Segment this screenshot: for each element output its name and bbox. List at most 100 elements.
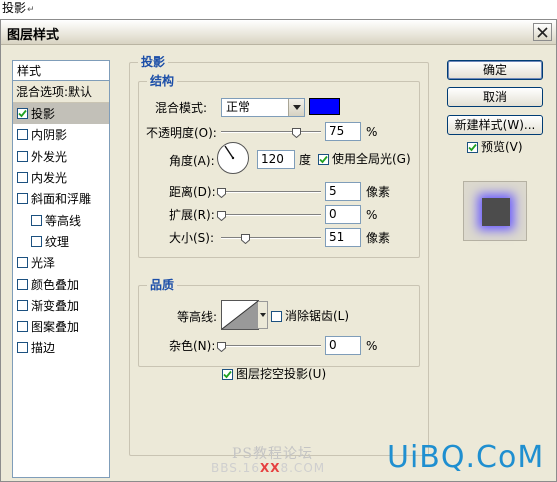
style-preview-thumbnail: [463, 181, 527, 241]
dialog-titlebar: 图层样式: [1, 20, 556, 45]
structure-group: 结构 混合模式: 正常 不透明度(O): 75 % 角度(A): 120 度 使…: [138, 74, 420, 258]
quality-title: 品质: [147, 278, 178, 292]
style-list-item[interactable]: 光泽: [13, 252, 109, 273]
new-style-button[interactable]: 新建样式(W)...: [447, 115, 543, 135]
checkbox-icon[interactable]: [17, 108, 28, 120]
preview-label: 预览(V): [481, 140, 523, 154]
quality-group: 品质 等高线: 消除锯齿(L) 杂色(N): 0 %: [138, 278, 420, 367]
angle-label: 角度(A):: [169, 154, 215, 168]
noise-input[interactable]: 0: [325, 336, 361, 355]
style-list-item-label: 斜面和浮雕: [31, 192, 92, 207]
angle-unit: 度: [299, 153, 312, 167]
checkbox-icon[interactable]: [31, 235, 42, 247]
size-slider-thumb[interactable]: [241, 233, 250, 245]
style-list-item[interactable]: 纹理: [13, 231, 109, 252]
forum-watermark: PS教程论坛: [232, 446, 314, 462]
checkbox-icon: [222, 368, 233, 380]
blend-mode-select[interactable]: 正常: [221, 98, 305, 117]
checkbox-icon[interactable]: [17, 342, 28, 354]
checkbox-icon[interactable]: [17, 278, 28, 290]
opacity-input[interactable]: 75: [325, 122, 361, 141]
dialog-title: 图层样式: [7, 28, 60, 43]
opacity-label: 不透明度(O):: [146, 126, 217, 140]
structure-title: 结构: [147, 74, 178, 88]
checkbox-icon: [318, 153, 329, 165]
checkbox-icon[interactable]: [17, 257, 28, 269]
checkbox-icon[interactable]: [17, 150, 28, 162]
chevron-down-icon[interactable]: [258, 301, 268, 329]
angle-needle-icon: [224, 145, 235, 160]
spread-slider-thumb[interactable]: [217, 210, 226, 222]
style-list-item-label: 图案叠加: [31, 320, 80, 335]
blend-mode-label: 混合模式:: [155, 101, 208, 115]
size-slider[interactable]: [221, 233, 321, 245]
cancel-button[interactable]: 取消: [447, 87, 543, 107]
style-list-item[interactable]: 内阴影: [13, 124, 109, 145]
check-icon: [223, 370, 232, 378]
contour-label: 等高线:: [177, 310, 218, 324]
antialias-checkbox[interactable]: 消除锯齿(L): [271, 309, 349, 323]
antialias-label: 消除锯齿(L): [285, 309, 350, 323]
checkbox-icon[interactable]: [31, 214, 42, 226]
noise-unit: %: [366, 339, 378, 353]
style-list-item-label: 内发光: [31, 171, 68, 186]
style-list-item-label: 纹理: [45, 234, 70, 249]
ok-button[interactable]: 确定: [447, 60, 543, 80]
spread-slider[interactable]: [217, 210, 321, 222]
contour-picker[interactable]: [221, 300, 268, 330]
preview-checkbox[interactable]: 预览(V): [467, 140, 523, 154]
contour-curve-icon: [222, 301, 258, 329]
global-light-checkbox[interactable]: 使用全局光(G): [318, 152, 411, 166]
angle-input[interactable]: 120: [257, 150, 295, 169]
size-label: 大小(S):: [169, 231, 215, 245]
size-unit: 像素: [366, 231, 391, 245]
drop-shadow-group: 投影 结构 混合模式: 正常 不透明度(O): 75 % 角度(A): 120 …: [129, 55, 429, 456]
distance-label: 距离(D):: [169, 185, 216, 199]
style-list-item-label: 内阴影: [31, 128, 68, 143]
distance-slider-thumb[interactable]: [217, 187, 226, 199]
style-list-item[interactable]: 渐变叠加: [13, 295, 109, 316]
close-button[interactable]: [533, 23, 552, 41]
angle-dial[interactable]: [217, 142, 249, 174]
style-list-item-label: 光泽: [31, 256, 56, 271]
style-list-item[interactable]: 斜面和浮雕: [13, 188, 109, 209]
knockout-checkbox[interactable]: 图层挖空投影(U): [222, 367, 326, 381]
check-icon: [319, 155, 328, 163]
size-input[interactable]: 51: [325, 228, 361, 247]
checkbox-icon[interactable]: [17, 193, 28, 205]
site-watermark: BBS.16XX8.COM: [211, 461, 326, 475]
distance-input[interactable]: 5: [325, 182, 361, 201]
noise-slider-thumb[interactable]: [217, 341, 226, 353]
checkbox-icon[interactable]: [17, 321, 28, 333]
global-light-label: 使用全局光(G): [332, 152, 411, 166]
style-list-item-label: 外发光: [31, 149, 68, 164]
checkbox-icon[interactable]: [17, 299, 28, 311]
distance-slider[interactable]: [217, 187, 321, 199]
checkbox-icon[interactable]: [17, 129, 28, 141]
distance-unit: 像素: [366, 185, 391, 199]
style-list-header[interactable]: 样式: [13, 61, 109, 81]
check-icon: [18, 110, 27, 118]
blend-options-item[interactable]: 混合选项:默认: [13, 81, 109, 103]
style-list-item[interactable]: 外发光: [13, 146, 109, 167]
style-list-item[interactable]: 图案叠加: [13, 316, 109, 337]
noise-slider[interactable]: [217, 341, 321, 353]
style-list-item[interactable]: 等高线: [13, 209, 109, 230]
blend-mode-value: 正常: [226, 100, 251, 114]
return-mark: ↵: [27, 5, 35, 15]
style-list-item-label: 描边: [31, 341, 56, 356]
style-list-item[interactable]: 投影: [13, 103, 109, 125]
checkbox-icon: [467, 141, 478, 153]
opacity-slider[interactable]: [221, 127, 321, 139]
spread-input[interactable]: 0: [325, 205, 361, 224]
style-list-item[interactable]: 内发光: [13, 167, 109, 188]
checkbox-icon[interactable]: [17, 172, 28, 184]
brand-watermark: UiBQ.CoM: [387, 440, 545, 475]
style-list-item[interactable]: 描边: [13, 337, 109, 358]
document-title: 投影↵: [2, 1, 35, 15]
opacity-slider-thumb[interactable]: [292, 127, 301, 139]
style-list-item-label: 等高线: [45, 213, 82, 228]
style-list-item[interactable]: 颜色叠加: [13, 273, 109, 294]
close-x-icon: [537, 26, 548, 38]
shadow-color-swatch[interactable]: [309, 98, 340, 115]
